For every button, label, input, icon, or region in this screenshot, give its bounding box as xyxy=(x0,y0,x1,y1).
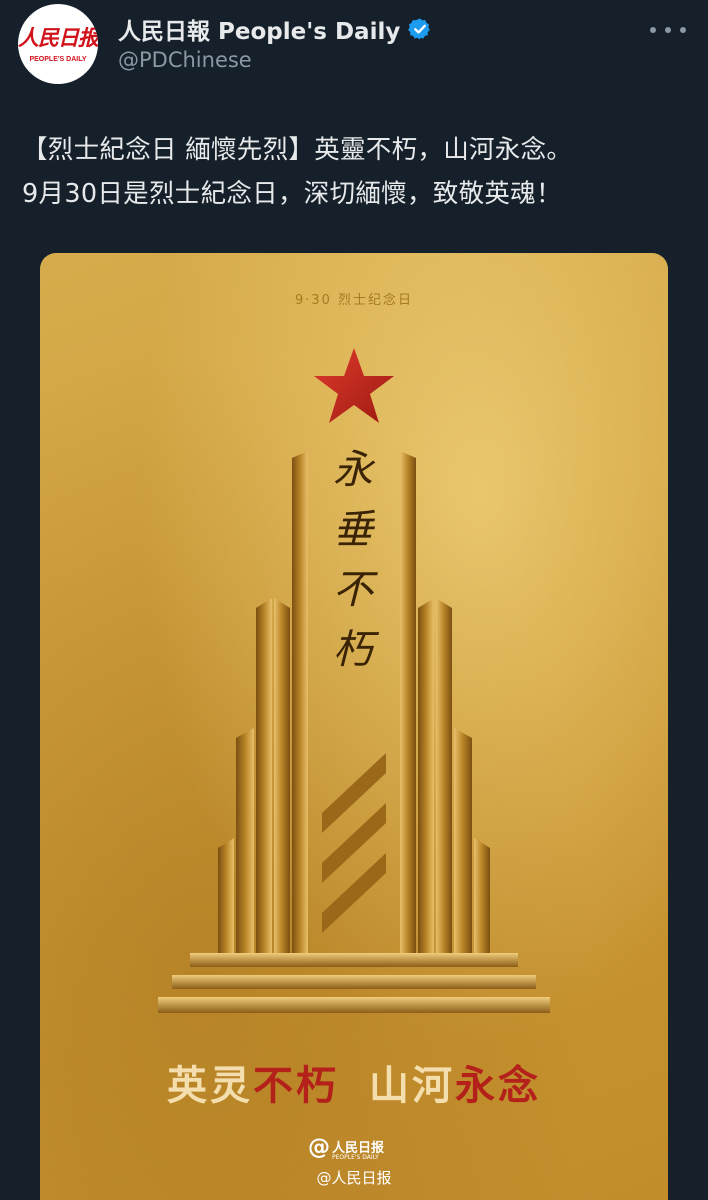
tweet-header: 人民日报 PEOPLE'S DAILY 人民日報 People's Daily … xyxy=(0,0,708,100)
monument-tier2-left xyxy=(256,598,272,953)
red-star xyxy=(314,348,394,423)
tweet-text-line: 9月30日是烈士紀念日，深切緬懷，致敬英魂！ xyxy=(22,179,562,209)
monument-step xyxy=(190,953,518,967)
avatar-logo-en: PEOPLE'S DAILY xyxy=(29,56,87,63)
monument-tier2-right-b xyxy=(436,598,452,953)
slogan-part1-white: 英灵 xyxy=(167,1062,253,1109)
more-dot xyxy=(665,27,671,33)
poster-date-label: 9·30 烈士纪念日 xyxy=(294,293,414,308)
poster-slogan: 英灵不朽 山河永念 xyxy=(40,1053,668,1111)
monument-tier2-left-b xyxy=(274,598,290,953)
monument-pillar-right-inner xyxy=(400,451,416,953)
logo-en: PEOPLE'S DAILY xyxy=(332,1154,379,1161)
monument-pillar-left-inner xyxy=(292,451,308,953)
more-options-icon[interactable] xyxy=(650,20,686,40)
name-row: 人民日報 People's Daily xyxy=(118,12,432,46)
display-name[interactable]: 人民日報 People's Daily xyxy=(118,12,400,46)
monument-tier3-right xyxy=(454,728,472,953)
monument-tier4-right xyxy=(474,838,490,953)
monument-tier2-right xyxy=(418,598,434,953)
avatar-logo-cn: 人民日报 xyxy=(18,25,98,50)
weibo-watermark: @人民日报 xyxy=(316,1169,392,1187)
more-dot xyxy=(650,27,656,33)
monument-step xyxy=(172,975,536,989)
slogan-part2-red: 永念 xyxy=(455,1062,541,1109)
tweet-text-line: 【烈士紀念日 緬懷先烈】英靈不朽，山河永念。 xyxy=(22,135,573,165)
handle[interactable]: @PDChinese xyxy=(118,48,252,72)
logo-at: @ xyxy=(308,1135,330,1160)
monument-tier4-left xyxy=(218,838,234,953)
tweet-media-image[interactable]: 9·30 烈士纪念日 永垂不朽 英灵不朽 山河永念 @ 人民日报 PEOPLE'S… xyxy=(40,253,668,1200)
more-dot xyxy=(680,27,686,33)
slogan-part1-red: 不朽 xyxy=(253,1062,339,1109)
verified-badge-icon xyxy=(408,18,431,40)
slogan-part2-white: 山河 xyxy=(369,1062,455,1109)
avatar[interactable]: 人民日报 PEOPLE'S DAILY xyxy=(18,4,98,84)
calligraphy-text: 永垂不朽 xyxy=(326,448,372,688)
tweet-text: 【烈士紀念日 緬懷先烈】英靈不朽，山河永念。 9月30日是烈士紀念日，深切緬懷，… xyxy=(22,128,692,216)
peoples-daily-logo: @ 人民日报 PEOPLE'S DAILY xyxy=(308,1135,428,1165)
monument-step xyxy=(158,997,550,1013)
monument-tier3-left xyxy=(236,728,254,953)
